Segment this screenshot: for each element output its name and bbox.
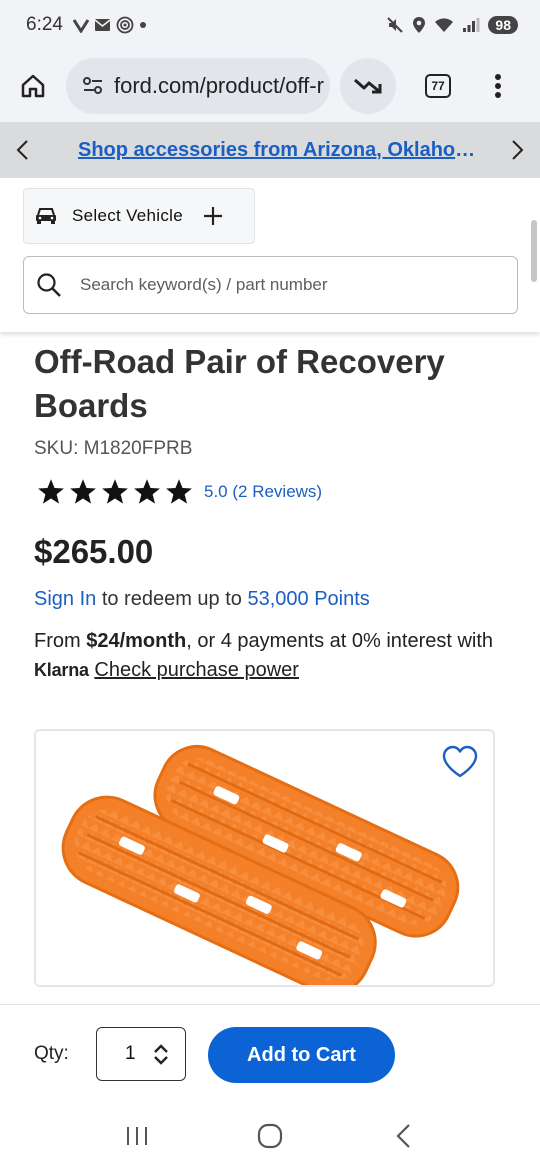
address-bar[interactable]: ford.com/product/off-road-pair-of-recove… [66,58,330,114]
signal-icon [463,18,480,32]
promo-prev-button[interactable] [0,122,44,178]
product-sku: SKU: M1820FPRB [34,438,193,459]
browser-menu-button[interactable] [468,50,528,122]
financing-suffix: , or 4 payments at 0% interest with [186,630,494,652]
select-vehicle-label: Select Vehicle [72,206,183,225]
financing-amount: $24/month [86,630,187,652]
add-to-cart-button[interactable]: Add to Cart [208,1027,395,1083]
product-title: Off-Road Pair of Recovery Boards [34,343,445,424]
star-icon [70,479,96,504]
notification-icons [72,16,147,34]
home-icon [21,74,45,98]
wifi-icon [435,18,454,32]
back-nav-button[interactable] [373,1106,433,1166]
chevron-right-icon [512,140,524,160]
system-navigation-bar [0,1102,540,1170]
site-settings-icon[interactable] [82,76,104,96]
back-icon [396,1124,411,1148]
plus-icon [204,207,222,225]
status-time: 6:24 [26,14,63,35]
check-purchase-power-link[interactable]: Check purchase power [94,659,299,681]
mail-icon [94,19,111,31]
home-circle-icon [257,1123,283,1149]
heart-icon [442,745,478,778]
star-rating [36,478,194,506]
qty-label: Qty: [34,1043,69,1064]
tab-count: 77 [425,74,451,98]
star-icon [38,479,64,504]
location-icon [413,17,426,33]
quantity-stepper[interactable]: 1 [96,1027,186,1081]
star-icon [166,479,192,504]
promo-banner: Shop accessories from Arizona, Oklahoma … [0,122,540,178]
financing-prefix: From [34,630,87,652]
promo-next-button[interactable] [496,122,540,178]
site-header: Select Vehicle [0,178,540,332]
price-tracking-button[interactable] [340,58,396,114]
klarna-logo: Klarna [34,660,89,680]
url-text: ford.com/product/off-road-pair-of-recove… [114,73,324,98]
chevron-down-icon[interactable] [153,1055,168,1065]
recent-apps-button[interactable] [107,1106,167,1166]
search-input[interactable] [80,275,480,295]
search-box[interactable] [23,256,518,314]
select-vehicle-button[interactable]: Select Vehicle [23,188,255,244]
star-icon [102,479,128,504]
search-icon [37,273,61,297]
promo-link[interactable]: Shop accessories from Arizona, Oklahoma … [44,139,496,162]
qty-arrows[interactable] [153,1043,168,1065]
chevron-left-icon [16,140,28,160]
favorite-button[interactable] [441,745,479,781]
reviews-link[interactable]: 5.0 (2 Reviews) [204,482,322,502]
battery-level: 98 [488,16,518,34]
chevron-up-icon[interactable] [153,1043,168,1053]
tab-switcher-button[interactable]: 77 [408,50,468,122]
status-bar: 6:24 98 [0,0,540,50]
recovery-boards-image [61,745,460,985]
sign-in-link[interactable]: Sign In [34,588,96,610]
points-text: to redeem up to [96,588,248,610]
product-rating[interactable]: 5.0 (2 Reviews) [36,478,322,506]
home-nav-button[interactable] [240,1106,300,1166]
car-icon [36,208,56,224]
more-vertical-icon [495,74,501,98]
home-button[interactable] [0,50,66,122]
trending-down-icon [354,78,382,94]
hotspot-icon [116,16,134,34]
browser-toolbar: ford.com/product/off-road-pair-of-recove… [0,50,540,122]
add-to-cart-bar: Qty: 1 Add to Cart [0,1004,540,1102]
klarna-financing: From $24/month, or 4 payments at 0% inte… [34,627,514,685]
product-price: $265.00 [34,533,154,570]
dot-icon [139,22,146,28]
page-scrollbar[interactable] [531,220,537,282]
star-icon [134,479,160,504]
verizon-icon [72,19,89,33]
system-icons: 98 [386,16,518,34]
points-info: Sign In to redeem up to 53,000 Points [34,588,370,611]
qty-value[interactable]: 1 [125,1043,136,1065]
points-link[interactable]: 53,000 Points [247,588,369,610]
product-image-card[interactable] [34,729,495,987]
mute-icon [387,17,404,33]
recent-apps-icon [126,1127,147,1145]
